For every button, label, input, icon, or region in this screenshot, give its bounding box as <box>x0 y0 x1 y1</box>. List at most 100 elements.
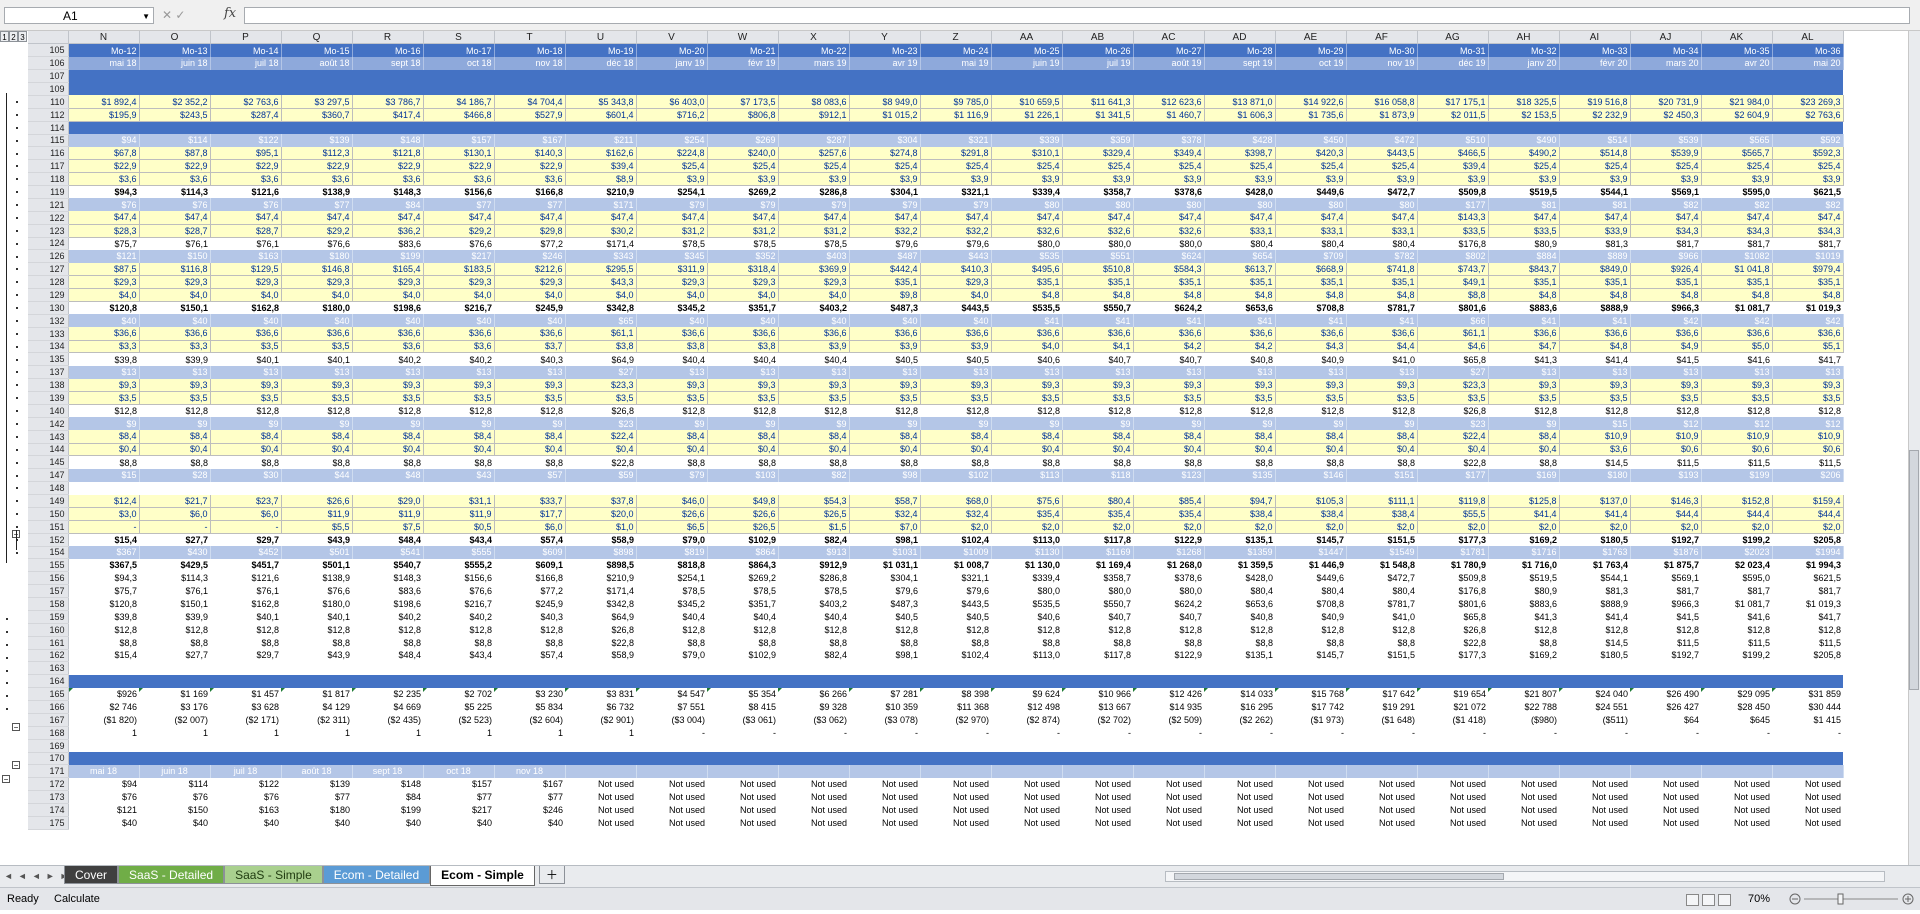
cell[interactable]: $592 <box>1772 134 1844 147</box>
cell[interactable]: $8,8 <box>1346 636 1417 649</box>
cell[interactable]: $3,6 <box>423 172 495 186</box>
cell[interactable] <box>707 674 778 688</box>
cell[interactable]: $311,9 <box>636 262 708 277</box>
cell[interactable]: $3,5 <box>210 391 282 405</box>
cell[interactable]: $4,0 <box>778 288 850 302</box>
cell[interactable]: $57 <box>494 468 566 482</box>
cell[interactable] <box>1133 69 1204 83</box>
cell[interactable]: $12,8 <box>352 404 423 417</box>
cell[interactable]: $9 <box>849 417 921 431</box>
row-header[interactable]: 139 <box>28 391 69 405</box>
cell[interactable]: $47,4 <box>281 211 353 225</box>
cell[interactable]: Not used <box>1133 778 1204 791</box>
cell[interactable]: $4,0 <box>352 288 424 302</box>
cell[interactable]: $487,3 <box>849 301 920 314</box>
cell[interactable]: $36,6 <box>281 327 353 341</box>
cell[interactable]: Not used <box>1630 778 1701 791</box>
cell[interactable]: $595,0 <box>1701 572 1772 585</box>
cell[interactable]: Not used <box>1417 804 1488 817</box>
cell[interactable]: $36,6 <box>1772 327 1844 341</box>
cell[interactable] <box>1772 121 1843 134</box>
cell[interactable]: $15,4 <box>68 649 139 662</box>
cell[interactable]: $41,4 <box>1559 353 1630 366</box>
cell[interactable]: $514 <box>1559 134 1631 147</box>
cell[interactable]: $17,7 <box>494 507 566 521</box>
cell[interactable]: ($1 418) <box>1417 713 1488 726</box>
cell[interactable]: $3,5 <box>352 391 424 405</box>
cell[interactable]: $351,7 <box>707 301 778 314</box>
cell[interactable]: $25,4 <box>849 159 921 174</box>
row-header[interactable]: 106 <box>28 56 69 71</box>
cell[interactable]: $864 <box>707 546 779 559</box>
cell[interactable]: $16 295 <box>1204 701 1275 714</box>
cell[interactable]: $8,4 <box>636 430 708 444</box>
cell[interactable]: ($1 648) <box>1346 713 1417 726</box>
cell[interactable] <box>1772 752 1843 765</box>
column-header-p[interactable]: P <box>210 31 282 45</box>
cell[interactable]: $12,8 <box>1062 404 1133 417</box>
cell[interactable]: $592,3 <box>1772 146 1844 161</box>
cell[interactable] <box>778 69 849 83</box>
cell[interactable]: $9 <box>68 417 140 431</box>
cell[interactable]: $31,2 <box>778 224 850 238</box>
cell[interactable]: $3 297,5 <box>281 95 353 109</box>
cell[interactable]: $32,6 <box>1133 224 1205 238</box>
cell[interactable]: Not used <box>636 816 707 829</box>
cell[interactable]: $12,8 <box>210 404 281 417</box>
cell[interactable]: $40,8 <box>1204 610 1275 623</box>
cell[interactable]: $8,8 <box>707 636 778 649</box>
cell[interactable]: $8,4 <box>210 430 282 444</box>
cell[interactable] <box>636 121 707 134</box>
cell[interactable]: $9 <box>1133 417 1205 431</box>
cell[interactable]: ($3 061) <box>707 713 778 726</box>
cell[interactable]: - <box>778 726 849 739</box>
cell[interactable]: $8,4 <box>778 430 850 444</box>
cell[interactable]: $2,0 <box>1630 520 1702 534</box>
cell[interactable]: $36,6 <box>707 327 779 341</box>
cell[interactable]: $3,0 <box>68 507 140 521</box>
row-header[interactable]: 109 <box>28 82 69 96</box>
cell[interactable]: $94,7 <box>1204 494 1276 508</box>
cell[interactable]: $1 081,7 <box>1701 598 1772 611</box>
cell[interactable]: $39,9 <box>139 353 210 366</box>
cell[interactable]: Not used <box>565 778 636 791</box>
cell[interactable]: $801,6 <box>1417 301 1488 314</box>
cell[interactable]: $40,7 <box>1133 353 1204 366</box>
cell[interactable]: $624,2 <box>1133 598 1204 611</box>
cell[interactable]: $2,0 <box>1346 520 1418 534</box>
cell[interactable]: $150 <box>139 249 211 263</box>
row-header[interactable]: 157 <box>28 584 69 598</box>
cell[interactable]: Mo-33 <box>1559 43 1631 57</box>
cell[interactable] <box>636 674 707 688</box>
cell[interactable]: $802 <box>1417 249 1489 263</box>
cell[interactable]: $3,5 <box>281 340 353 354</box>
cell[interactable]: $180,0 <box>281 301 352 314</box>
cell[interactable]: $9 <box>210 417 282 431</box>
cell[interactable]: $8 398 <box>920 687 991 701</box>
cell[interactable]: Not used <box>1630 804 1701 817</box>
cell[interactable]: $269 <box>707 134 779 147</box>
cell[interactable] <box>210 69 281 83</box>
row-header[interactable]: 115 <box>28 134 69 148</box>
cell[interactable]: janv 20 <box>1488 56 1560 70</box>
cell[interactable]: $41,5 <box>1630 610 1701 623</box>
cell[interactable]: Not used <box>920 778 991 791</box>
cell[interactable]: $367 <box>68 546 140 559</box>
cell[interactable]: $0,4 <box>68 443 140 457</box>
cell[interactable]: $36,6 <box>920 327 992 341</box>
sheet-tab[interactable]: SaaS - Simple <box>224 866 323 884</box>
cell[interactable]: $2 450,3 <box>1630 108 1702 122</box>
cell[interactable]: $1763 <box>1559 546 1631 559</box>
cell[interactable]: $20 731,9 <box>1630 95 1702 109</box>
cell[interactable]: $29,3 <box>494 275 566 289</box>
zoom-slider[interactable] <box>1788 891 1916 907</box>
cell[interactable]: $31,1 <box>423 494 495 508</box>
cell[interactable] <box>1417 752 1488 765</box>
cell[interactable]: $8,8 <box>636 636 707 649</box>
cell[interactable]: $43,3 <box>565 275 637 289</box>
cell[interactable]: $8,4 <box>1204 430 1276 444</box>
insert-function-icon[interactable]: fx <box>224 6 236 21</box>
cell[interactable]: $4,0 <box>423 288 495 302</box>
cell[interactable]: $11,5 <box>1630 636 1701 649</box>
cell[interactable]: $8,8 <box>849 636 920 649</box>
